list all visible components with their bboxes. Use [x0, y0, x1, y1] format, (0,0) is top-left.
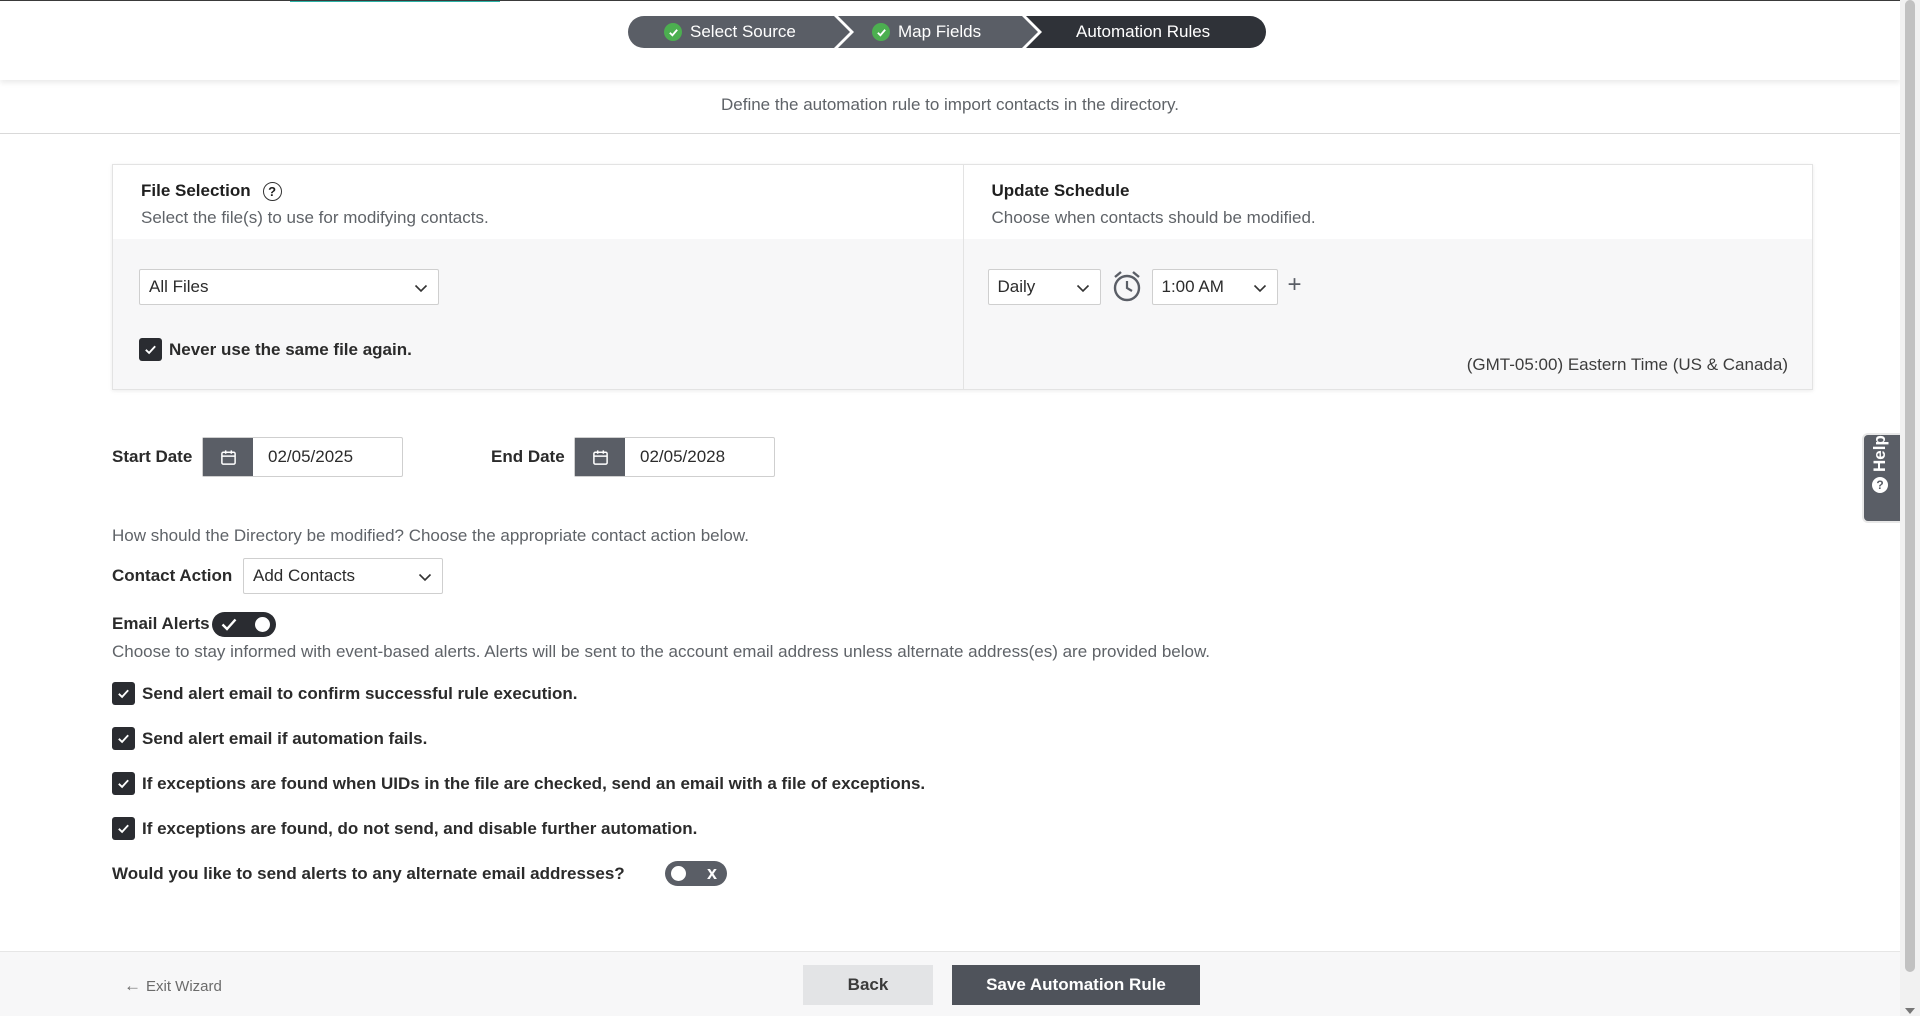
- alert-exceptions-email-checkbox[interactable]: [112, 772, 135, 795]
- alert-option-success[interactable]: Send alert email to confirm successful r…: [112, 682, 578, 705]
- save-automation-rule-button[interactable]: Save Automation Rule: [952, 965, 1200, 1005]
- update-schedule-header: Update Schedule Choose when contacts sho…: [963, 165, 1812, 239]
- file-selection-body: All Files Never use the same file again.: [113, 239, 963, 389]
- email-alerts-description: Choose to stay informed with event-based…: [112, 642, 1211, 661]
- contact-action-dropdown[interactable]: Add Contacts: [243, 558, 443, 594]
- alert-option-exceptions-disable[interactable]: If exceptions are found, do not send, an…: [112, 817, 697, 840]
- email-alerts-label: Email Alerts: [112, 614, 210, 633]
- check-circle-icon: [664, 23, 682, 41]
- toggle-knob: [671, 866, 686, 881]
- alert-option-label: Send alert email to confirm successful r…: [142, 683, 578, 703]
- never-reuse-checkbox[interactable]: [139, 338, 162, 361]
- add-time-icon[interactable]: +: [1288, 273, 1302, 297]
- wizard-stepper: Select Source Map Fields Automation Rule…: [628, 16, 1266, 48]
- chevron-down-icon: [414, 280, 428, 294]
- file-selection-dropdown[interactable]: All Files: [139, 269, 439, 305]
- file-selection-description: Select the file(s) to use for modifying …: [141, 208, 489, 227]
- alarm-clock-icon: [1112, 270, 1142, 302]
- calendar-icon[interactable]: [203, 438, 253, 476]
- wizard-footer: ← Exit Wizard Back Save Automation Rule: [0, 951, 1900, 1016]
- dropdown-value: All Files: [149, 277, 209, 296]
- help-tab-label: Help: [1870, 435, 1889, 472]
- calendar-icon[interactable]: [575, 438, 625, 476]
- header-divider: [0, 133, 1900, 134]
- alternate-email-toggle[interactable]: x: [665, 861, 727, 886]
- step-map-fields[interactable]: Map Fields: [838, 16, 1038, 48]
- end-date-value[interactable]: 02/05/2028: [625, 438, 725, 476]
- update-schedule-body: Daily 1:00 AM + (GMT-05:00) Eastern Time…: [963, 239, 1812, 389]
- end-date-field[interactable]: 02/05/2028: [574, 437, 775, 477]
- contact-action-label: Contact Action: [112, 566, 233, 585]
- alert-exceptions-disable-checkbox[interactable]: [112, 817, 135, 840]
- alert-failure-checkbox[interactable]: [112, 727, 135, 750]
- alert-option-label: If exceptions are found when UIDs in the…: [142, 773, 926, 793]
- dropdown-value: Add Contacts: [253, 566, 356, 585]
- step-select-source[interactable]: Select Source: [628, 16, 850, 48]
- start-date-label: Start Date: [112, 447, 193, 466]
- rule-settings-panels: File Selection ? Select the file(s) to u…: [112, 164, 1813, 390]
- contact-action-prompt: How should the Directory be modified? Ch…: [112, 526, 749, 545]
- exit-wizard-link[interactable]: ← Exit Wizard: [124, 976, 222, 996]
- wizard-header: Select Source Map Fields Automation Rule…: [0, 2, 1900, 80]
- step-automation-rules[interactable]: Automation Rules: [1026, 16, 1266, 48]
- update-schedule-panel: Update Schedule Choose when contacts sho…: [962, 165, 1812, 389]
- toggle-knob: [255, 617, 270, 632]
- alert-option-label: If exceptions are found, do not send, an…: [142, 818, 698, 838]
- email-alerts-toggle[interactable]: [212, 612, 276, 637]
- frequency-dropdown[interactable]: Daily: [987, 269, 1101, 305]
- page-subtitle: Define the automation rule to import con…: [721, 95, 1179, 114]
- step-label: Map Fields: [898, 22, 982, 41]
- arrow-left-icon: ←: [124, 976, 141, 995]
- page-scrollbar[interactable]: [1900, 0, 1920, 1016]
- check-icon: [221, 618, 237, 631]
- alternate-email-prompt: Would you like to send alerts to any alt…: [112, 864, 625, 883]
- file-selection-panel: File Selection ? Select the file(s) to u…: [113, 165, 963, 389]
- time-dropdown[interactable]: 1:00 AM: [1151, 269, 1278, 305]
- file-selection-title: File Selection ?: [141, 181, 935, 201]
- alert-option-exceptions-email[interactable]: If exceptions are found when UIDs in the…: [112, 772, 925, 795]
- end-date-label: End Date: [491, 447, 565, 466]
- start-date-field[interactable]: 02/05/2025: [202, 437, 403, 477]
- step-label: Automation Rules: [1076, 22, 1211, 41]
- alert-success-checkbox[interactable]: [112, 682, 135, 705]
- dropdown-value: Daily: [997, 277, 1036, 296]
- start-date-value[interactable]: 02/05/2025: [253, 438, 353, 476]
- chevron-down-icon: [1253, 280, 1267, 294]
- exit-wizard-label: Exit Wizard: [146, 977, 222, 995]
- step-label: Select Source: [690, 22, 796, 41]
- alert-option-label: Send alert email if automation fails.: [142, 728, 428, 748]
- check-circle-icon: [872, 23, 890, 41]
- scrollbar-thumb[interactable]: [1905, 0, 1915, 972]
- x-icon: x: [706, 863, 717, 883]
- chevron-down-icon: [1076, 280, 1090, 294]
- back-button[interactable]: Back: [803, 965, 933, 1005]
- never-reuse-file-option[interactable]: Never use the same file again.: [139, 338, 412, 361]
- question-circle-icon: ?: [1872, 477, 1888, 493]
- alert-option-failure[interactable]: Send alert email if automation fails.: [112, 727, 427, 750]
- update-schedule-description: Choose when contacts should be modified.: [991, 208, 1316, 227]
- never-reuse-label: Never use the same file again.: [169, 339, 412, 359]
- wizard-page: Select Source Map Fields Automation Rule…: [0, 0, 1900, 1016]
- help-tab-content: ? Help: [1870, 435, 1890, 493]
- dropdown-value: 1:00 AM: [1161, 277, 1224, 296]
- chevron-down-icon: [418, 569, 432, 583]
- file-selection-header: File Selection ? Select the file(s) to u…: [113, 165, 963, 239]
- panel-title-text: File Selection: [141, 181, 251, 200]
- help-tab[interactable]: ? Help: [1862, 433, 1900, 523]
- update-schedule-title: Update Schedule: [991, 181, 1130, 200]
- scroll-down-arrow-icon[interactable]: [1905, 1008, 1915, 1014]
- question-circle-icon[interactable]: ?: [262, 181, 282, 201]
- timezone-label: (GMT-05:00) Eastern Time (US & Canada): [1466, 355, 1788, 374]
